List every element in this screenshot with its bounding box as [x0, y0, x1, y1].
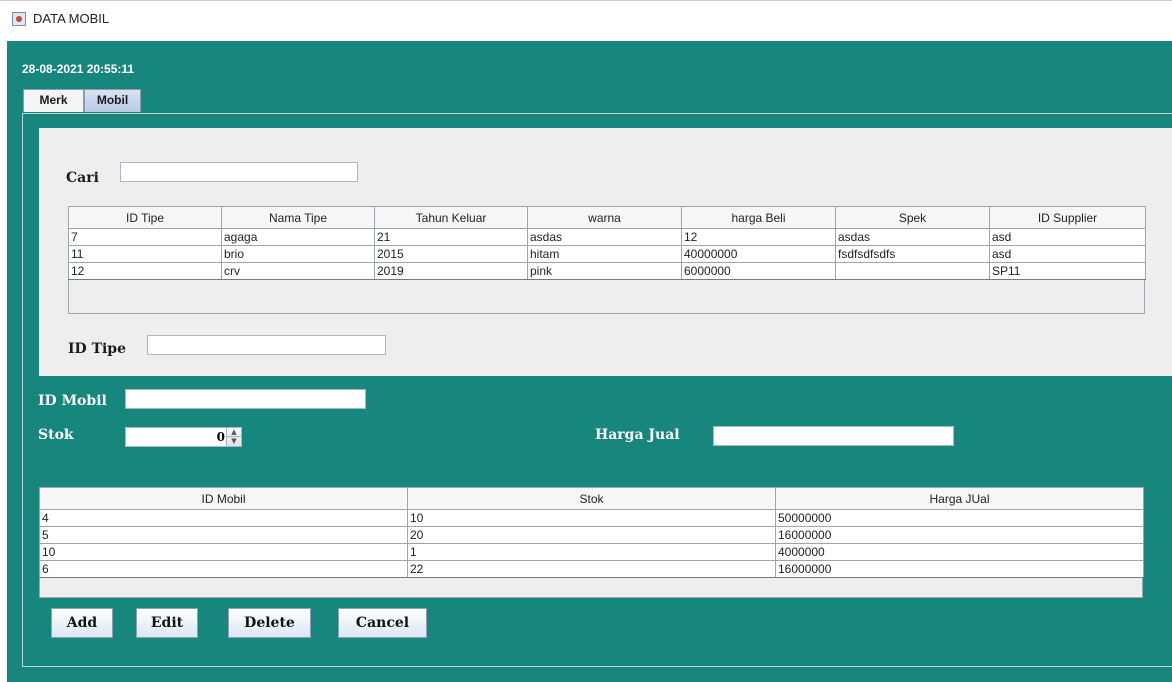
- harga-jual-input[interactable]: [713, 426, 954, 446]
- main-window: 28-08-2021 20:55:11 Merk Mobil Cari ID T…: [7, 41, 1172, 682]
- java-app-icon: [12, 12, 26, 26]
- cancel-button[interactable]: Cancel: [338, 608, 427, 638]
- tipe-table: ID Tipe Nama Tipe Tahun Keluar warna har…: [68, 206, 1146, 280]
- table-row[interactable]: 10 1 4000000: [39, 543, 1144, 561]
- table-cell[interactable]: 16000000: [775, 526, 1144, 544]
- tipe-table-header: ID Tipe Nama Tipe Tahun Keluar warna har…: [68, 206, 1146, 229]
- table-row[interactable]: 5 20 16000000: [39, 526, 1144, 544]
- datetime-label: 28-08-2021 20:55:11: [22, 62, 135, 76]
- table-cell[interactable]: 2019: [374, 262, 528, 280]
- table-cell[interactable]: 2015: [374, 245, 528, 263]
- table-cell[interactable]: 6: [39, 560, 408, 578]
- table-row[interactable]: 12 crv 2019 pink 6000000 SP11: [68, 262, 1146, 280]
- id-tipe-input[interactable]: [147, 335, 386, 355]
- column-header[interactable]: harga Beli: [681, 206, 836, 229]
- tab-mobil[interactable]: Mobil: [84, 89, 141, 112]
- edit-button[interactable]: Edit: [136, 608, 198, 638]
- stok-spinner[interactable]: 0 ▲ ▼: [125, 427, 242, 447]
- table-cell[interactable]: 5: [39, 526, 408, 544]
- table-row[interactable]: 7 agaga 21 asdas 12 asdas asd: [68, 228, 1146, 246]
- table-row[interactable]: 6 22 16000000: [39, 560, 1144, 578]
- table-cell[interactable]: 12: [68, 262, 222, 280]
- add-button[interactable]: Add: [51, 608, 113, 638]
- column-header[interactable]: Spek: [835, 206, 990, 229]
- table-cell[interactable]: 10: [39, 543, 408, 561]
- table-cell[interactable]: asd: [989, 228, 1146, 246]
- table-cell[interactable]: asdas: [835, 228, 990, 246]
- table-row[interactable]: 4 10 50000000: [39, 509, 1144, 527]
- id-mobil-label: ID Mobil: [38, 393, 107, 409]
- column-header[interactable]: warna: [527, 206, 682, 229]
- table-cell[interactable]: 4: [39, 509, 408, 527]
- title-bar: DATA MOBIL: [0, 0, 1172, 40]
- table-cell[interactable]: SP11: [989, 262, 1146, 280]
- table-cell[interactable]: 16000000: [775, 560, 1144, 578]
- table-cell[interactable]: hitam: [527, 245, 682, 263]
- tab-content-panel: Cari ID Tipe Nama Tipe Tahun Keluar warn…: [22, 113, 1172, 667]
- spinner-buttons: ▲ ▼: [226, 428, 241, 446]
- table-cell[interactable]: 6000000: [681, 262, 836, 280]
- table-cell[interactable]: 20: [407, 526, 776, 544]
- table-cell[interactable]: 11: [68, 245, 222, 263]
- stok-value[interactable]: 0: [217, 430, 225, 444]
- mobil-table-viewport: ID Mobil Stok Harga JUal 4 10 50000000 5…: [39, 487, 1144, 598]
- arrow-up-icon[interactable]: ▲: [227, 428, 241, 437]
- tab-merk[interactable]: Merk: [23, 89, 84, 112]
- column-header[interactable]: ID Tipe: [68, 206, 222, 229]
- mobil-table: ID Mobil Stok Harga JUal 4 10 50000000 5…: [39, 487, 1144, 578]
- window-title: DATA MOBIL: [33, 11, 110, 26]
- harga-jual-label: Harga Jual: [595, 427, 680, 443]
- column-header[interactable]: Stok: [407, 487, 776, 510]
- table-cell[interactable]: 10: [407, 509, 776, 527]
- column-header[interactable]: ID Supplier: [989, 206, 1146, 229]
- table-cell[interactable]: [835, 262, 990, 280]
- search-label: Cari: [66, 170, 99, 186]
- tipe-table-viewport: ID Tipe Nama Tipe Tahun Keluar warna har…: [68, 206, 1146, 314]
- table-cell[interactable]: crv: [221, 262, 375, 280]
- column-header[interactable]: ID Mobil: [39, 487, 408, 510]
- table-cell[interactable]: agaga: [221, 228, 375, 246]
- column-header[interactable]: Tahun Keluar: [374, 206, 528, 229]
- tipe-panel: Cari ID Tipe Nama Tipe Tahun Keluar warn…: [39, 128, 1172, 376]
- delete-button[interactable]: Delete: [228, 608, 311, 638]
- table-cell[interactable]: 22: [407, 560, 776, 578]
- table-cell[interactable]: asd: [989, 245, 1146, 263]
- id-mobil-input[interactable]: [125, 389, 366, 409]
- column-header[interactable]: Harga JUal: [775, 487, 1144, 510]
- table-cell[interactable]: fsdfsdfsdfs: [835, 245, 990, 263]
- table-cell[interactable]: asdas: [527, 228, 682, 246]
- search-input[interactable]: [120, 162, 358, 182]
- id-tipe-label: ID Tipe: [68, 341, 126, 357]
- table-cell[interactable]: 50000000: [775, 509, 1144, 527]
- table-cell[interactable]: 12: [681, 228, 836, 246]
- table-cell[interactable]: 21: [374, 228, 528, 246]
- stok-label: Stok: [38, 427, 74, 443]
- table-cell[interactable]: 40000000: [681, 245, 836, 263]
- table-cell[interactable]: 1: [407, 543, 776, 561]
- table-cell[interactable]: 7: [68, 228, 222, 246]
- column-header[interactable]: Nama Tipe: [221, 206, 375, 229]
- arrow-down-icon[interactable]: ▼: [227, 437, 241, 446]
- table-cell[interactable]: 4000000: [775, 543, 1144, 561]
- mobil-table-header: ID Mobil Stok Harga JUal: [39, 487, 1144, 510]
- table-cell[interactable]: brio: [221, 245, 375, 263]
- table-row[interactable]: 11 brio 2015 hitam 40000000 fsdfsdfsdfs …: [68, 245, 1146, 263]
- table-cell[interactable]: pink: [527, 262, 682, 280]
